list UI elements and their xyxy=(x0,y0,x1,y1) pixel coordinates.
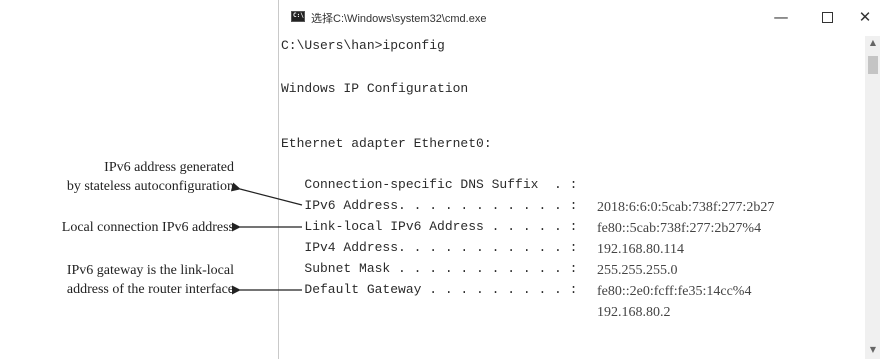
annotation-arrows xyxy=(230,182,303,295)
arrow-to-ipv6-address xyxy=(230,182,303,206)
